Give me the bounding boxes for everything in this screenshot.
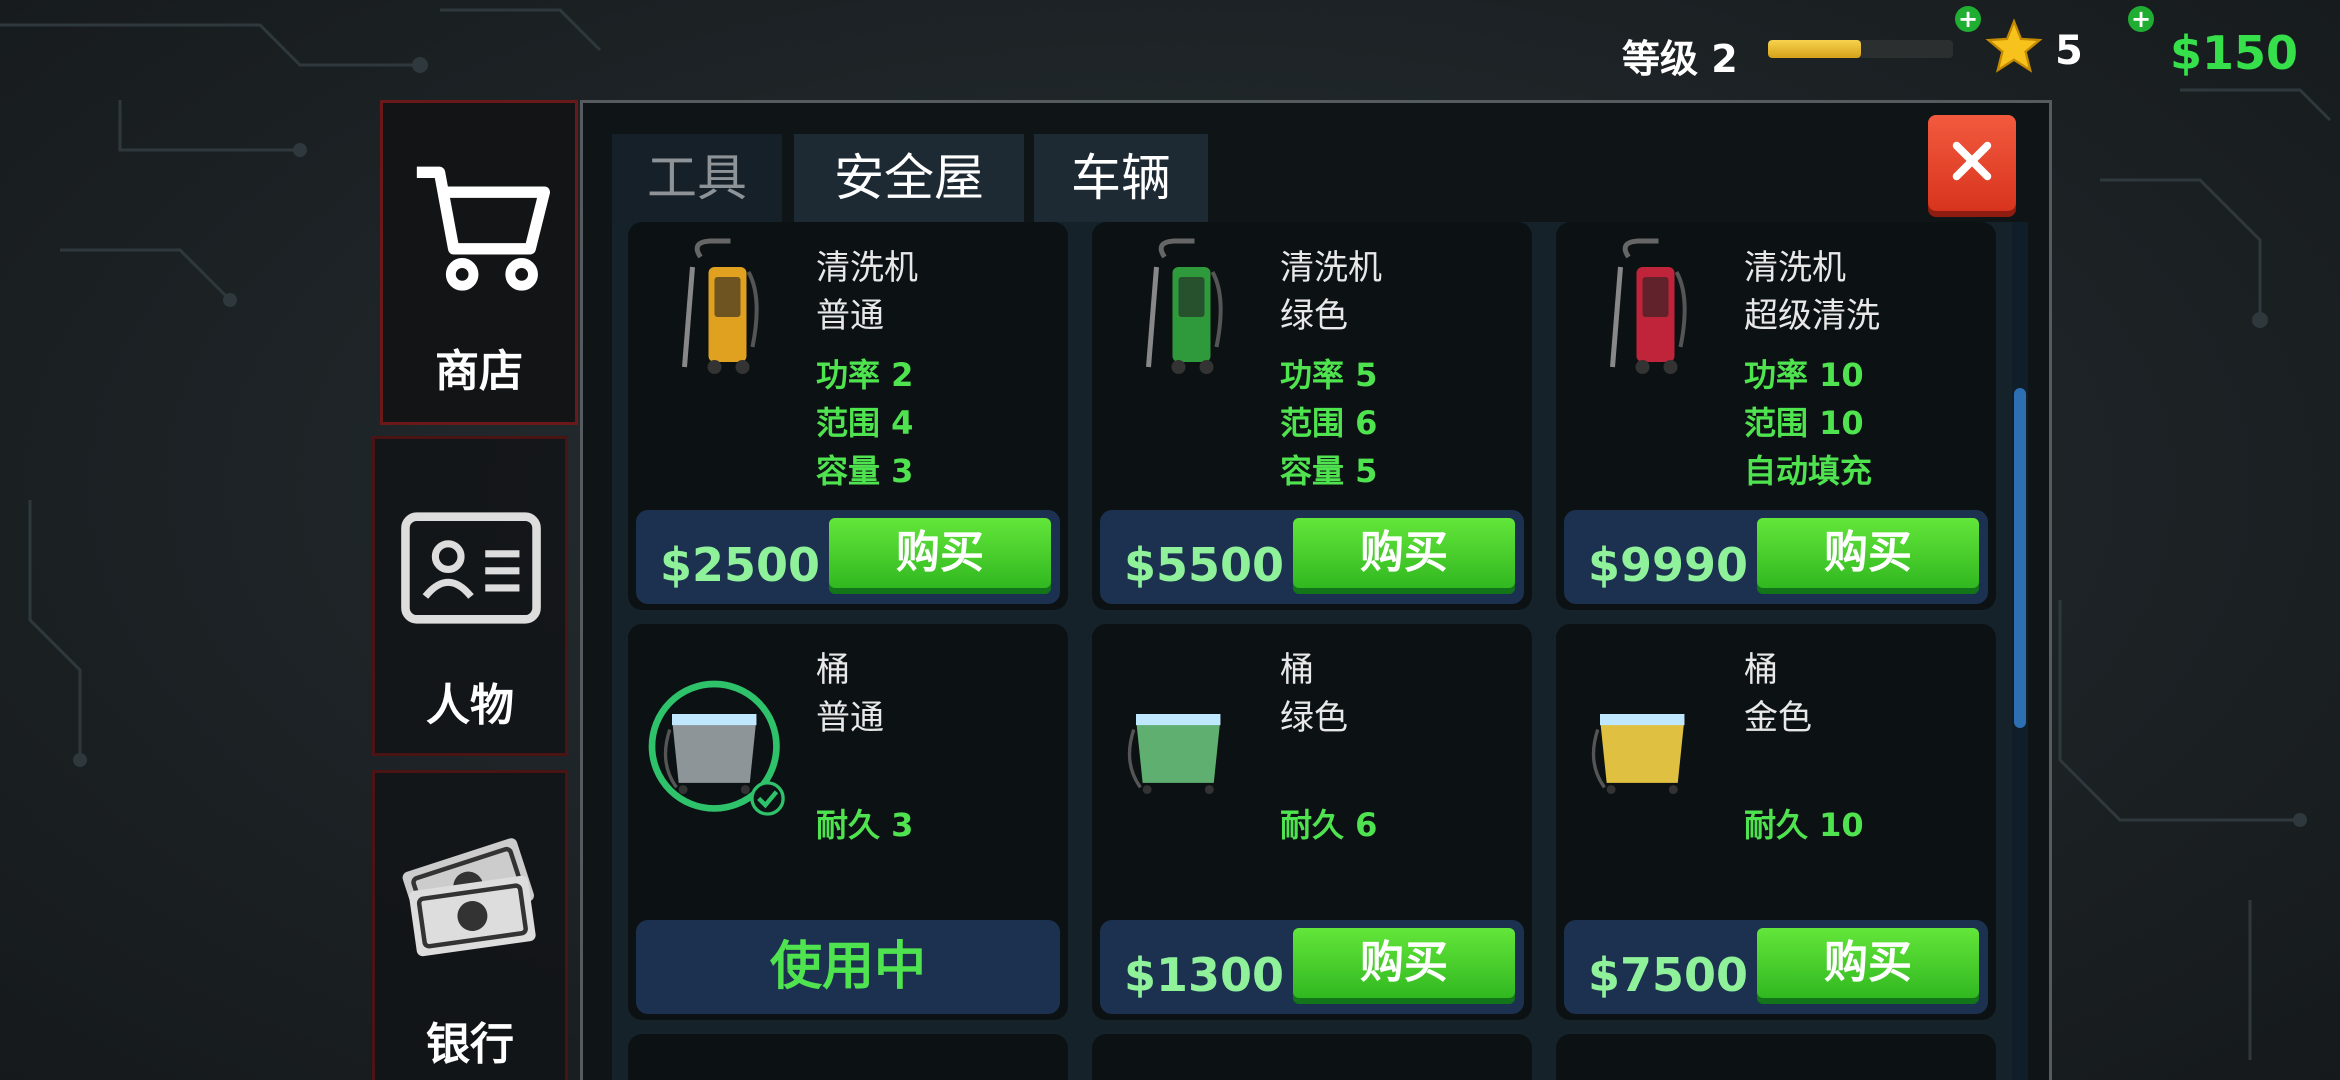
item-variant: 超级清洗 [1744, 296, 1880, 336]
item-stat: 范围 4 [816, 404, 914, 442]
item-stat: 自动填充 [1744, 452, 1873, 490]
item-title: 桶 [816, 650, 850, 690]
item-stat: 耐久 3 [816, 806, 914, 844]
cash-icon [402, 838, 536, 957]
price-footer: $5500 购买 [1100, 510, 1524, 604]
money-balance: $150 [2170, 26, 2299, 80]
price-footer: $9990 购买 [1564, 510, 1988, 604]
star-count: 5 [2055, 28, 2083, 74]
nav-bank[interactable]: 银行 [372, 770, 568, 1080]
item-stat: 耐久 10 [1744, 806, 1864, 844]
pressure-washer-icon [682, 238, 759, 374]
item-variant: 绿色 [1280, 698, 1348, 738]
tab-vehicles[interactable]: 车辆 [1034, 134, 1208, 222]
bucket-icon [1591, 714, 1685, 794]
item-card[interactable]: 桶 普通 耐久 3 使用中 [628, 624, 1068, 1020]
item-name: 桶 金色 [1744, 646, 1812, 742]
item-title: 桶 [1744, 650, 1778, 690]
bucket-icon [648, 680, 785, 816]
buy-button[interactable]: 购买 [1757, 518, 1979, 588]
xp-bar [1768, 40, 1953, 58]
item-card[interactable]: 清洗机 绿色 功率 5 范围 6 容量 5 $5500 购买 [1092, 222, 1532, 610]
price-footer: $7500 购买 [1564, 920, 1988, 1014]
item-card-partial [1556, 1034, 1996, 1080]
buy-button[interactable]: 购买 [1757, 928, 1979, 998]
xp-bar-fill [1768, 40, 1861, 58]
item-stat: 功率 10 [1744, 356, 1864, 394]
item-card[interactable]: 桶 金色 耐久 10 $7500 购买 [1556, 624, 1996, 1020]
price-footer: $2500 购买 [636, 510, 1060, 604]
item-title: 清洗机 [1744, 248, 1846, 288]
item-price: $5500 [1124, 538, 1285, 592]
in-use-indicator: 使用中 [636, 920, 1060, 1014]
item-title: 清洗机 [816, 248, 918, 288]
item-stat: 范围 10 [1744, 404, 1864, 442]
tab-tools[interactable]: 工具 [612, 134, 782, 222]
item-name: 桶 普通 [816, 646, 884, 742]
item-price: $1300 [1124, 948, 1285, 1002]
item-card-partial [1092, 1034, 1532, 1080]
item-title: 桶 [1280, 650, 1314, 690]
buy-button[interactable]: 购买 [1293, 518, 1515, 588]
star-icon [1985, 18, 2043, 73]
item-variant: 普通 [816, 296, 884, 336]
pressure-washer-icon [1610, 238, 1687, 374]
item-price: $9990 [1588, 538, 1749, 592]
item-stat: 容量 3 [816, 452, 914, 490]
level-label: 等级 2 [1622, 37, 1738, 81]
scrollbar-thumb[interactable] [2014, 388, 2026, 728]
nav-character[interactable]: 人物 [372, 436, 568, 756]
item-stat: 范围 6 [1280, 404, 1378, 442]
close-icon [1952, 141, 1992, 181]
nav-bank-label: 银行 [426, 1019, 514, 1070]
item-title: 清洗机 [1280, 248, 1382, 288]
item-card[interactable]: 清洗机 普通 功率 2 范围 4 容量 3 $2500 购买 [628, 222, 1068, 610]
pressure-washer-icon [1146, 238, 1223, 374]
in-use-label: 使用中 [769, 937, 926, 997]
item-card[interactable]: 桶 绿色 耐久 6 $1300 购买 [1092, 624, 1532, 1020]
bucket-icon [1127, 714, 1221, 794]
id-card-icon [401, 512, 541, 624]
item-name: 清洗机 普通 [816, 244, 918, 340]
item-variant: 金色 [1744, 698, 1812, 738]
nav-shop[interactable]: 商店 [380, 100, 578, 425]
item-variant: 普通 [816, 698, 884, 738]
item-stat: 功率 5 [1280, 356, 1378, 394]
item-name: 清洗机 超级清洗 [1744, 244, 1880, 340]
item-card-partial [628, 1034, 1068, 1080]
add-money-plus-icon[interactable]: + [2128, 6, 2154, 32]
item-name: 桶 绿色 [1280, 646, 1348, 742]
price-footer: $1300 购买 [1100, 920, 1524, 1014]
buy-button[interactable]: 购买 [829, 518, 1051, 588]
item-price: $2500 [660, 538, 821, 592]
tab-safehouse[interactable]: 安全屋 [794, 134, 1024, 222]
item-price: $7500 [1588, 948, 1749, 1002]
item-card[interactable]: 清洗机 超级清洗 功率 10 范围 10 自动填充 $9990 购买 [1556, 222, 1996, 610]
item-variant: 绿色 [1280, 296, 1348, 336]
item-stat: 耐久 6 [1280, 806, 1378, 844]
add-stars-plus-icon[interactable]: + [1955, 6, 1981, 32]
nav-shop-label: 商店 [435, 346, 523, 397]
nav-character-label: 人物 [426, 680, 514, 731]
close-button[interactable] [1928, 115, 2016, 211]
shopping-cart-icon [416, 166, 550, 291]
buy-button[interactable]: 购买 [1293, 928, 1515, 998]
item-stat: 功率 2 [816, 356, 914, 394]
item-stat: 容量 5 [1280, 452, 1378, 490]
item-name: 清洗机 绿色 [1280, 244, 1382, 340]
